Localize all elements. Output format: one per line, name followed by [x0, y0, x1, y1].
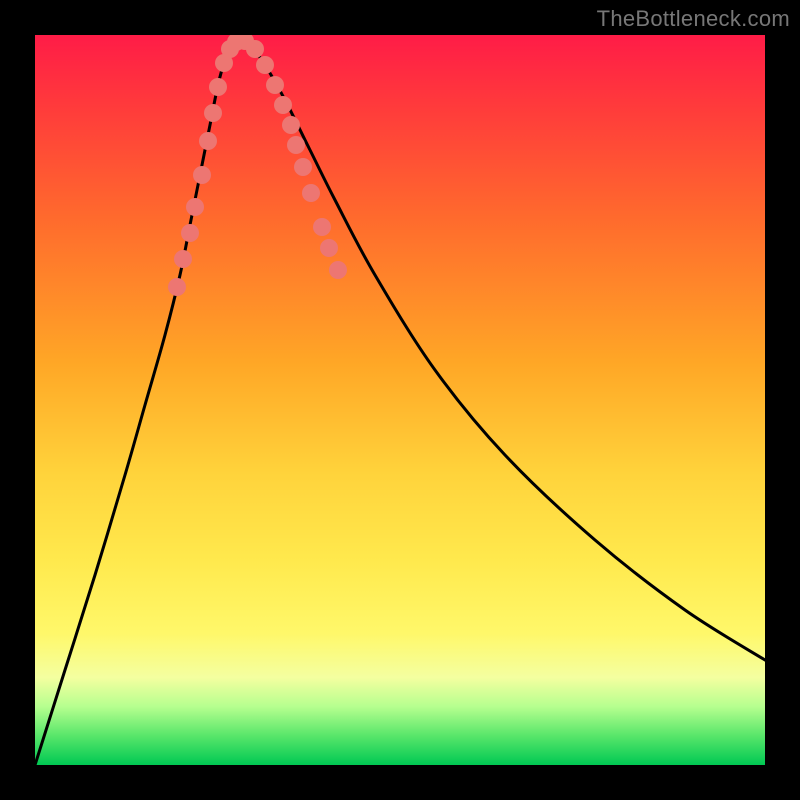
- data-marker: [287, 136, 305, 154]
- data-marker: [329, 261, 347, 279]
- data-marker: [246, 40, 264, 58]
- marker-group: [168, 35, 347, 296]
- data-marker: [186, 198, 204, 216]
- data-marker: [168, 278, 186, 296]
- data-marker: [313, 218, 331, 236]
- chart-frame: TheBottleneck.com: [0, 0, 800, 800]
- data-marker: [204, 104, 222, 122]
- data-marker: [302, 184, 320, 202]
- watermark-text: TheBottleneck.com: [597, 6, 790, 32]
- data-marker: [174, 250, 192, 268]
- plot-area: [35, 35, 765, 765]
- data-marker: [294, 158, 312, 176]
- data-marker: [282, 116, 300, 134]
- data-marker: [209, 78, 227, 96]
- data-marker: [320, 239, 338, 257]
- data-marker: [199, 132, 217, 150]
- data-marker: [266, 76, 284, 94]
- data-marker: [193, 166, 211, 184]
- bottleneck-curve: [35, 40, 765, 765]
- chart-svg: [35, 35, 765, 765]
- data-marker: [256, 56, 274, 74]
- data-marker: [181, 224, 199, 242]
- data-marker: [274, 96, 292, 114]
